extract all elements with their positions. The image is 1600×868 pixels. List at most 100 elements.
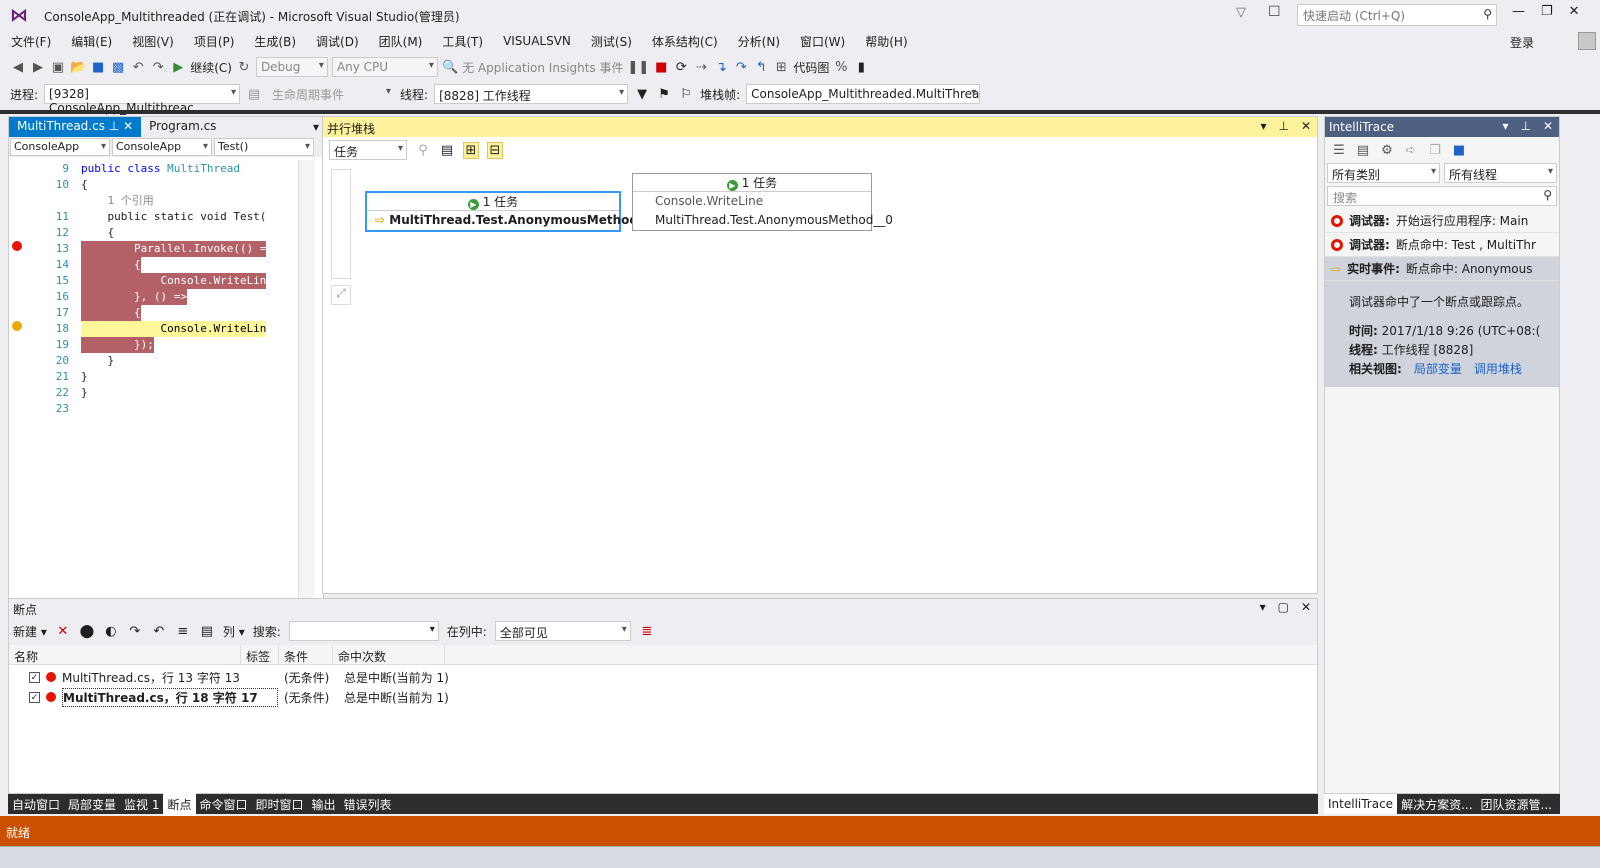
detail-view-icon[interactable]: ▤ [1355, 143, 1371, 158]
list-view-icon[interactable]: ☰ [1331, 143, 1347, 158]
continue-icon[interactable]: ▶ [170, 60, 186, 75]
category-dropdown[interactable]: 所有类别 [1327, 163, 1440, 183]
tab-intellitrace[interactable]: IntelliTrace [1324, 794, 1398, 814]
save-icon[interactable]: ■ [90, 60, 106, 75]
task-node-2[interactable]: ▶ 1 任务 Console.WriteLine MultiThread.Tes… [632, 173, 893, 231]
stackframe-dropdown[interactable]: ConsoleApp_Multithreaded.MultiThrea [746, 84, 981, 104]
table-row-selected[interactable]: ✓ MultiThread.cs，行 18 字符 17 (无条件) 总是中断(当… [9, 687, 1317, 707]
project-nav-dropdown[interactable]: ConsoleApp [10, 138, 110, 156]
pin-icon[interactable]: ⊥ [1278, 119, 1288, 133]
restore-icon[interactable]: ❐ [1541, 4, 1553, 19]
tab-command-window[interactable]: 命令窗口 [196, 793, 252, 816]
code-map-button[interactable]: 代码图 [793, 59, 829, 76]
menu-view[interactable]: 视图(V) [121, 29, 183, 54]
back-icon[interactable]: ◀ [10, 60, 26, 75]
window-menu-icon[interactable]: ▾ [1502, 119, 1508, 133]
pin-icon[interactable]: ⊥ [1520, 119, 1530, 133]
tab-watch-1[interactable]: 监视 1 [120, 793, 163, 816]
go-to-source-icon[interactable]: ≡ [175, 624, 191, 639]
refresh-icon[interactable]: ↻ [236, 60, 252, 75]
stop-icon[interactable]: ■ [653, 60, 669, 75]
tab-autos[interactable]: 自动窗口 [8, 793, 64, 816]
step-over-icon[interactable]: ↷ [733, 60, 749, 75]
lifecycle-events-icon[interactable]: ▤ [246, 87, 262, 102]
menu-project[interactable]: 项目(P) [183, 29, 244, 54]
menu-team[interactable]: 团队(M) [368, 29, 432, 54]
menu-visualsvn[interactable]: VISUALSVN [492, 30, 580, 52]
minimize-icon[interactable]: — [1512, 4, 1525, 19]
open-log-icon[interactable]: ❐ [1427, 143, 1443, 158]
close-icon[interactable]: ✕ [1569, 4, 1580, 19]
stack-frame[interactable]: MultiThread.Test.AnonymousMethod__0 [633, 211, 893, 230]
settings-gear-icon[interactable]: ⚙ [1379, 143, 1395, 158]
menu-file[interactable]: 文件(F) [0, 29, 60, 54]
import-icon[interactable]: ↷ [127, 624, 143, 639]
menu-architecture[interactable]: 体系结构(C) [641, 29, 727, 54]
process-dropdown[interactable]: [9328] ConsoleApp_Multithreac [44, 84, 241, 115]
event-item-selected[interactable]: ⇨ 实时事件: 断点命中: Anonymous [1325, 257, 1559, 281]
feedback-icon[interactable]: ☐ [1268, 4, 1281, 20]
current-statement-breakpoint-icon[interactable] [12, 321, 22, 331]
tab-multithread-cs[interactable]: MultiThread.cs ⊥ ✕ [9, 117, 142, 137]
quick-launch-input[interactable]: 快速启动 (Ctrl+Q) ⚲ [1297, 4, 1497, 26]
menu-tools[interactable]: 工具(T) [431, 29, 492, 54]
toggle-flag-icon[interactable]: ⚐ [678, 87, 694, 102]
thread-dropdown[interactable]: [8828] 工作线程 [434, 84, 629, 104]
close-icon[interactable]: ✕ [1301, 119, 1311, 133]
redo-icon[interactable]: ↷ [150, 60, 166, 75]
flag-thread-icon[interactable]: ⚑ [656, 87, 672, 102]
tab-output[interactable]: 输出 [308, 793, 340, 816]
new-breakpoint-button[interactable]: 新建 ▾ [13, 623, 47, 640]
new-project-icon[interactable]: ▣ [50, 60, 66, 75]
window-menu-icon[interactable]: ▾ [1260, 600, 1266, 614]
notification-filter-icon[interactable]: ▽ [1236, 5, 1246, 20]
bookmark-icon[interactable]: ▮ [853, 60, 869, 75]
locals-link[interactable]: 局部变量 [1414, 362, 1462, 376]
continue-button[interactable]: 继续(C) [190, 59, 232, 76]
menu-help[interactable]: 帮助(H) [854, 29, 916, 54]
menu-analyze[interactable]: 分析(N) [727, 29, 789, 54]
close-icon[interactable]: ✕ [1543, 119, 1553, 133]
solution-config-dropdown[interactable]: Debug [255, 57, 328, 77]
menu-test[interactable]: 测试(S) [580, 29, 641, 54]
maximize-icon[interactable]: ▢ [1278, 600, 1289, 614]
step-into-icon[interactable]: ↴ [713, 60, 729, 75]
breakpoint-icon[interactable] [12, 241, 22, 251]
tab-solution-explorer[interactable]: 解决方案资... [1397, 793, 1476, 816]
close-icon[interactable]: ✕ [1301, 600, 1311, 614]
reset-search-icon[interactable]: ≣ [639, 624, 655, 639]
pin-icon[interactable]: ⊥ [109, 119, 119, 133]
step-out-icon[interactable]: ↰ [753, 60, 769, 75]
tab-program-cs[interactable]: Program.cs [141, 117, 224, 137]
navigate-icon[interactable]: ➪ [1403, 143, 1419, 158]
enable-checkbox[interactable]: ✓ [29, 691, 40, 703]
task-node-1[interactable]: ▶ 1 任务 ⇨ MultiThread.Test.AnonymousMetho… [365, 191, 658, 232]
view-mode-dropdown[interactable]: 任务 [329, 140, 407, 160]
enable-all-icon[interactable]: ⬤ [79, 624, 95, 639]
tab-breakpoints[interactable]: 断点 [163, 792, 196, 816]
auto-scroll-icon[interactable]: ⊞ [463, 141, 479, 159]
event-item[interactable]: 调试器: 断点命中: Test , MultiThr [1325, 233, 1559, 257]
tab-team-explorer[interactable]: 团队资源管... [1477, 793, 1556, 816]
column-header-condition[interactable]: 条件 [279, 644, 333, 665]
event-item[interactable]: 调试器: 开始运行应用程序: Main [1325, 209, 1559, 233]
thread-filter-dropdown[interactable]: 所有线程 [1444, 163, 1557, 183]
restart-icon[interactable]: ⟳ [673, 60, 689, 75]
window-menu-icon[interactable]: ▾ [1260, 119, 1266, 133]
stack-frame-current[interactable]: ⇨ MultiThread.Test.AnonymousMethod__1 [367, 211, 658, 230]
menu-build[interactable]: 生成(B) [243, 29, 305, 54]
filter-icon[interactable]: ▼ [634, 87, 650, 102]
zoom-fit-icon[interactable]: ⤢ [331, 285, 351, 305]
avatar[interactable] [1578, 32, 1596, 50]
hex-display-icon[interactable]: % [833, 60, 849, 75]
enable-checkbox[interactable]: ✓ [29, 671, 40, 683]
save-icon[interactable]: ■ [1451, 143, 1467, 158]
go-to-disassembly-icon[interactable]: ▤ [199, 624, 215, 639]
editor-vertical-scrollbar[interactable] [298, 160, 314, 600]
application-insights-button[interactable]: 无 Application Insights 事件 [462, 59, 623, 76]
lifecycle-events-dropdown[interactable]: 生命周期事件 [268, 84, 394, 104]
column-header-name[interactable]: 名称 [9, 644, 241, 665]
toggle-method-view-icon[interactable]: ▤ [439, 143, 455, 158]
column-header-hit-count[interactable]: 命中次数 [333, 644, 445, 665]
call-stack-link[interactable]: 调用堆栈 [1474, 362, 1522, 376]
